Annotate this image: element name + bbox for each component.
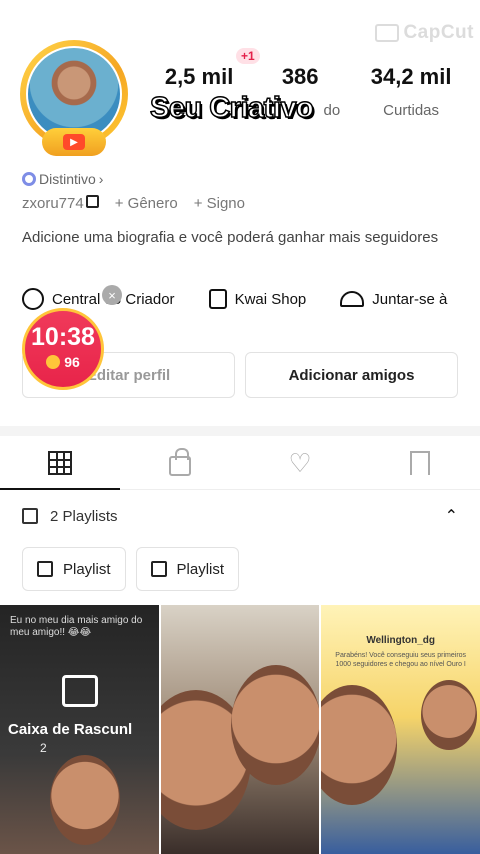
bolt-icon (22, 288, 44, 310)
playlist-icon (150, 561, 167, 577)
timer-time: 10:38 (31, 323, 95, 351)
creator-link-label: Juntar-se à (372, 290, 448, 308)
grid-icon (48, 450, 72, 475)
add-gender-button[interactable]: + Gênero (115, 195, 178, 212)
add-sign-button[interactable]: + Signo (194, 195, 245, 212)
drafts-count: 2 (40, 741, 47, 755)
kwai-shop-link[interactable]: Kwai Shop (208, 288, 307, 310)
playlist-chips: Playlist Playlist (22, 547, 240, 591)
avatar[interactable]: ▶ (20, 40, 128, 156)
person-image (321, 685, 398, 805)
playlist-chip-label: Playlist (63, 560, 111, 578)
thumbnail-user: Wellington_dg (366, 635, 436, 646)
playlist-icon (37, 561, 53, 577)
join-link[interactable]: Juntar-se à (340, 288, 447, 310)
bio-prompt[interactable]: Adicione uma biografia e você poderá gan… (22, 228, 442, 247)
thumbnail-caption: Eu no meu dia mais amigo do meu amigo!! … (10, 615, 143, 638)
drafts-label: Caixa de Rascunl (8, 721, 133, 738)
stat-label: Curtidas (383, 102, 440, 119)
play-icon: ▶ (63, 134, 85, 150)
tab-likes[interactable]: ♡ (240, 436, 360, 489)
username-text: zxoru774 (22, 195, 84, 212)
stat-value: 386 (281, 64, 319, 89)
distintivo-link[interactable]: Distintivo › (22, 171, 103, 187)
playlist-chip[interactable]: Playlist (22, 547, 126, 591)
close-icon[interactable]: × (102, 285, 122, 305)
badge-icon (22, 172, 36, 186)
creator-links: Central do Criador Kwai Shop Juntar-se à (22, 288, 480, 310)
playlists-count: 2 Playlists (50, 507, 118, 525)
playlists-header[interactable]: 2 Playlists ⌃ (22, 506, 458, 526)
playlist-icon (22, 508, 38, 524)
bookmark-icon (410, 450, 430, 475)
inbox-icon (62, 675, 98, 707)
bag-icon (208, 289, 227, 309)
creator-link-label: Kwai Shop (234, 290, 307, 308)
creator-center-link[interactable]: Central do Criador (22, 288, 175, 310)
username[interactable]: zxoru774 (22, 195, 99, 212)
stat-value: 2,5 mil (164, 64, 234, 89)
coin-icon (46, 355, 61, 369)
timer-coins: 96 (25, 354, 101, 370)
chevron-right-icon: › (98, 171, 104, 187)
lock-icon (169, 447, 191, 476)
tab-posts[interactable] (0, 436, 120, 490)
heart-icon: ♡ (288, 447, 312, 478)
tab-saved[interactable] (360, 436, 480, 489)
person-image (230, 665, 320, 785)
capcut-logo-icon (375, 24, 400, 42)
reward-timer-widget[interactable]: 10:38 96 (22, 308, 104, 390)
content-tabs: ♡ (0, 436, 480, 490)
watermark-text: CapCut (403, 22, 474, 43)
person-image (50, 755, 120, 845)
video-thumbnail[interactable]: Eu no meu dia mais amigo do meu amigo!! … (0, 605, 159, 854)
video-thumbnail[interactable] (160, 605, 320, 854)
new-followers-badge: +1 (236, 48, 260, 64)
profile-meta-row: zxoru774 + Gênero + Signo (22, 195, 245, 212)
add-friends-button[interactable]: Adicionar amigos (245, 352, 458, 398)
coin-count: 96 (64, 354, 80, 370)
chevron-up-icon[interactable]: ⌃ (445, 506, 458, 526)
dome-icon (340, 291, 365, 307)
stat-value: 34,2 mil (370, 64, 452, 89)
person-image (421, 680, 478, 750)
video-thumbnail[interactable]: Wellington_dg Parabéns! Você conseguiu s… (321, 605, 480, 854)
tab-private[interactable] (120, 436, 240, 489)
video-grid: Eu no meu dia mais amigo do meu amigo!! … (0, 605, 480, 854)
overlay-title: Seu Criativo (149, 91, 314, 125)
creator-badge: ▶ (42, 128, 106, 156)
playlist-chip[interactable]: Playlist (135, 547, 240, 591)
stat-likes[interactable]: 34,2 mil Curtidas (352, 64, 470, 119)
playlist-chip-label: Playlist (176, 560, 225, 578)
distintivo-label: Distintivo (39, 171, 96, 187)
edit-icon (85, 195, 99, 208)
thumbnail-message: Parabéns! Você conseguiu seus primeiros … (335, 652, 467, 668)
section-divider (0, 426, 480, 436)
capcut-watermark: CapCut (375, 22, 474, 44)
